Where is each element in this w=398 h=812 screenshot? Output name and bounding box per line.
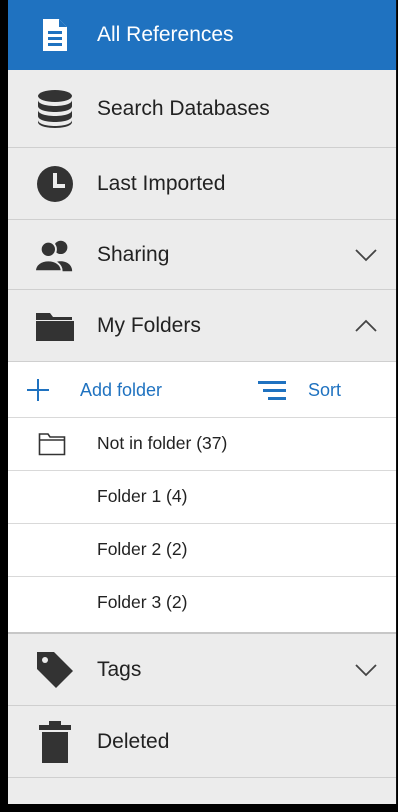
sort-label: Sort: [308, 379, 342, 400]
nav-label-sharing: Sharing: [97, 242, 170, 266]
database-icon: [35, 89, 75, 129]
nav-item-last-imported[interactable]: Last Imported: [8, 148, 396, 220]
nav-label-deleted: Deleted: [97, 729, 170, 753]
folder-item-label: Folder 1 (4): [97, 486, 188, 506]
clock-icon: [35, 164, 75, 204]
folder-item-folder-3[interactable]: Folder 3 (2): [8, 577, 396, 630]
sort-icon: [258, 381, 286, 400]
chevron-up-icon[interactable]: [354, 319, 378, 333]
nav-label-tags: Tags: [97, 657, 142, 681]
people-icon: [35, 235, 75, 275]
add-folder-button[interactable]: Add folder: [26, 376, 162, 404]
nav-item-all-references[interactable]: All References: [8, 0, 396, 70]
sidebar-bottom-fill: [8, 778, 396, 804]
nav-item-search-databases[interactable]: Search Databases: [8, 70, 396, 148]
folder-item-label: Not in folder (37): [97, 433, 228, 453]
folder-item-folder-1[interactable]: Folder 1 (4): [8, 471, 396, 524]
plus-icon: [27, 379, 49, 401]
folder-item-not-in-folder[interactable]: Not in folder (37): [8, 418, 396, 471]
chevron-down-icon[interactable]: [354, 248, 378, 262]
nav-item-my-folders[interactable]: My Folders: [8, 290, 396, 362]
folder-actions-bar: Add folder Sort: [8, 362, 396, 418]
tag-icon: [35, 650, 75, 690]
folder-item-label: Folder 2 (2): [97, 539, 188, 559]
trash-icon: [35, 720, 75, 763]
nav-label-search-databases: Search Databases: [97, 96, 270, 120]
nav-label-my-folders: My Folders: [97, 313, 201, 337]
nav-label-all-references: All References: [97, 23, 234, 46]
folder-item-folder-2[interactable]: Folder 2 (2): [8, 524, 396, 577]
folder-outline-icon: [38, 433, 66, 456]
nav-item-tags[interactable]: Tags: [8, 632, 396, 706]
nav-item-deleted[interactable]: Deleted: [8, 706, 396, 778]
document-icon: [35, 15, 75, 55]
folder-icon: [35, 306, 75, 346]
nav-label-last-imported: Last Imported: [97, 171, 226, 195]
sort-button[interactable]: Sort: [258, 376, 341, 404]
nav-item-sharing[interactable]: Sharing: [8, 220, 396, 290]
chevron-down-icon[interactable]: [354, 663, 378, 677]
add-folder-label: Add folder: [80, 379, 163, 400]
sidebar-panel: All References Search Databases Last Imp…: [8, 0, 397, 804]
folder-item-label: Folder 3 (2): [97, 592, 188, 612]
